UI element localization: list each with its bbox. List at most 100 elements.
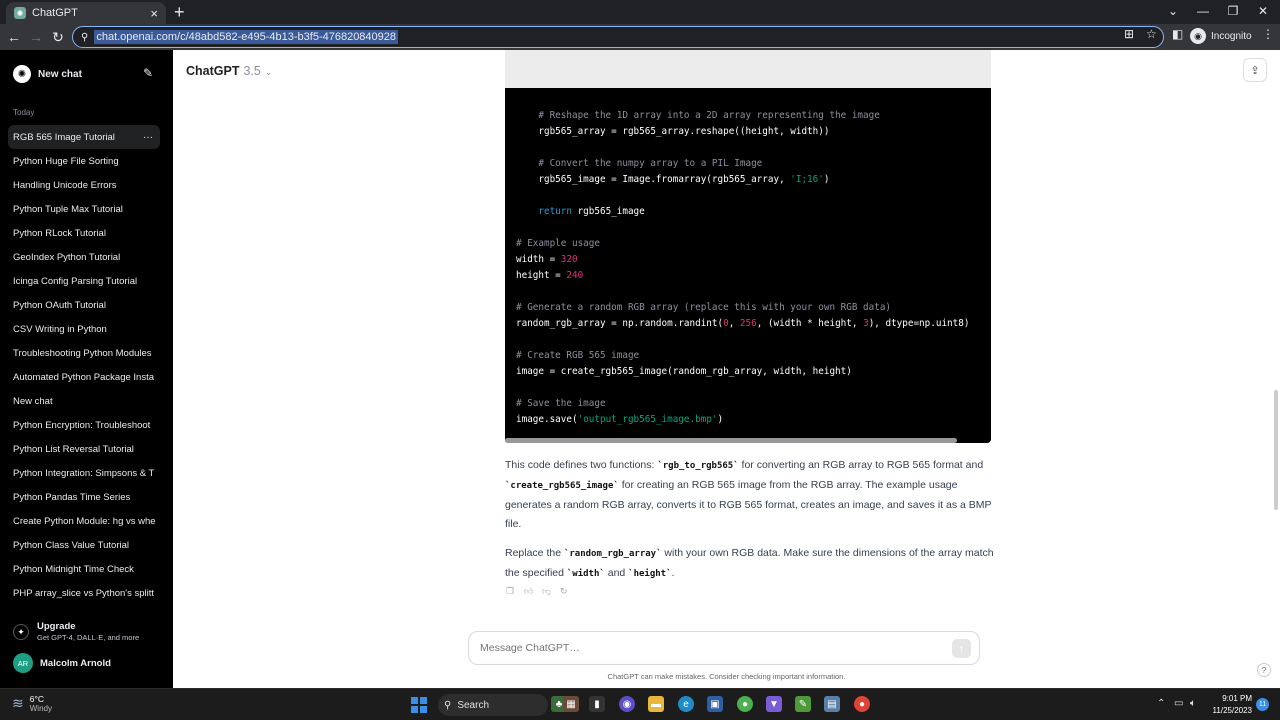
chat-app-icon[interactable]: ◉: [619, 696, 635, 712]
help-button[interactable]: ?: [1257, 663, 1271, 677]
answer-paragraph-2: Replace the `random_rgb_array` with your…: [505, 544, 995, 584]
back-arrow-icon[interactable]: ←: [4, 27, 24, 47]
sidebar-chat-item[interactable]: Python Encryption: Troubleshoot: [8, 413, 160, 437]
address-bar[interactable]: ⚲ chat.openai.com/c/48abd582-e495-4b13-b…: [72, 26, 1164, 48]
sidebar-chat-item[interactable]: Python Class Value Tutorial: [8, 533, 160, 557]
user-menu[interactable]: AR Malcolm Arnold: [13, 653, 111, 673]
minimize-button[interactable]: —: [1188, 0, 1218, 22]
share-button[interactable]: ⇪: [1243, 58, 1267, 82]
sidebar-chat-item[interactable]: Python List Reversal Tutorial: [8, 437, 160, 461]
code-token: width =: [516, 254, 561, 265]
sidebar-item-label: Python List Reversal Tutorial: [13, 443, 134, 455]
bookmark-star-icon[interactable]: ☆: [1146, 27, 1157, 41]
sidebar-chat-item[interactable]: Python RLock Tutorial: [8, 221, 160, 245]
code-token: # Convert the numpy array to a PIL Image: [516, 158, 763, 169]
sidebar-chat-item[interactable]: Handling Unicode Errors: [8, 173, 160, 197]
tab-search-chevron-icon[interactable]: ⌄: [1158, 0, 1188, 22]
sidebar-item-label: Python Midnight Time Check: [13, 563, 134, 575]
send-button[interactable]: ↑: [952, 639, 971, 658]
code-token: 240: [566, 270, 584, 281]
copy-icon[interactable]: ❐: [506, 586, 516, 596]
edit-icon[interactable]: ✎: [143, 66, 153, 80]
browser-tab[interactable]: ✺ ChatGPT ×: [6, 2, 166, 24]
sidebar-chat-item[interactable]: Python Huge File Sorting: [8, 149, 160, 173]
code-token: height =: [516, 270, 567, 281]
vpn-app-icon[interactable]: ▼: [766, 696, 782, 712]
code-token: , (width * height,: [756, 318, 864, 329]
regenerate-icon[interactable]: ↻: [560, 586, 570, 596]
code-block-top: [505, 50, 991, 88]
store-app-icon[interactable]: ▣: [707, 696, 723, 712]
terminal-app-icon[interactable]: ▮: [589, 696, 605, 712]
sidebar-chat-item[interactable]: Icinga Config Parsing Tutorial: [8, 269, 160, 293]
temperature: 6°C: [29, 694, 44, 704]
sidebar-item-label: New chat: [13, 395, 53, 407]
start-button[interactable]: [411, 697, 427, 713]
openai-favicon-icon: ✺: [14, 7, 26, 19]
sidebar-item-label: Create Python Module: hg vs whe: [13, 515, 156, 527]
notepad-app-icon[interactable]: ✎: [795, 696, 811, 712]
volume-icon[interactable]: 🔈︎: [1190, 698, 1196, 709]
sidebar-chat-item[interactable]: Python Midnight Time Check: [8, 557, 160, 581]
gallery-app-icon[interactable]: ▦: [563, 696, 579, 712]
network-icon[interactable]: ▭: [1174, 698, 1183, 709]
remote-desktop-icon[interactable]: ▤: [824, 696, 840, 712]
incognito-indicator[interactable]: ◉ Incognito: [1190, 28, 1252, 44]
new-chat-button[interactable]: ✺ New chat: [8, 62, 160, 86]
reload-icon[interactable]: ↻: [48, 27, 68, 47]
page-scrollbar[interactable]: [1274, 390, 1278, 510]
message-input[interactable]: [480, 642, 940, 654]
sidebar-chat-item[interactable]: Python Tuple Max Tutorial: [8, 197, 160, 221]
qr-code-icon[interactable]: ⊞: [1124, 27, 1134, 41]
more-options-icon[interactable]: ···: [143, 132, 153, 143]
chrome-app-icon[interactable]: ●: [737, 696, 753, 712]
window-close-button[interactable]: ✕: [1248, 0, 1278, 22]
sidebar-chat-item[interactable]: Automated Python Package Insta: [8, 365, 160, 389]
url-text[interactable]: chat.openai.com/c/48abd582-e495-4b13-b3f…: [94, 30, 399, 44]
text: .: [671, 567, 675, 579]
sidebar-chat-item[interactable]: Troubleshooting Python Modules: [8, 341, 160, 365]
new-chat-label: New chat: [38, 68, 82, 80]
edge-browser-icon[interactable]: e: [678, 696, 694, 712]
sidebar-chat-item[interactable]: GeoIndex Python Tutorial: [8, 245, 160, 269]
restore-button[interactable]: ❐: [1218, 0, 1248, 22]
sidebar: ✺ New chat ✎ Today RGB 565 Image Tutoria…: [0, 50, 173, 688]
tray-chevron-up-icon[interactable]: ⌃: [1157, 698, 1165, 709]
browser-menu-icon[interactable]: ⋮: [1262, 27, 1274, 41]
wind-icon: ≋: [12, 695, 24, 711]
sidebar-chat-item[interactable]: CSV Writing in Python: [8, 317, 160, 341]
weather-widget[interactable]: ≋ 6°C Windy: [12, 694, 52, 713]
new-tab-button[interactable]: +: [174, 2, 185, 22]
code-token: 'output_rgb565_image.bmp': [577, 414, 718, 425]
lock-icon[interactable]: ⚲: [81, 32, 88, 43]
code-token: 320: [560, 254, 578, 265]
section-header-today: Today: [13, 108, 35, 117]
system-clock[interactable]: 9:01 PM 11/25/2023: [1208, 693, 1252, 717]
forward-arrow-icon[interactable]: →: [26, 27, 46, 47]
chrome-active-app-icon[interactable]: ●: [854, 696, 870, 712]
sidebar-chat-item[interactable]: New chat: [8, 389, 160, 413]
sidebar-item-label: Python Encryption: Troubleshoot: [13, 419, 151, 431]
code-line: return rgb565_image: [516, 204, 980, 220]
sidebar-chat-item[interactable]: Python Integration: Simpsons & T: [8, 461, 160, 485]
upgrade-button[interactable]: ✦ Upgrade Get GPT-4, DALL·E, and more: [13, 621, 139, 642]
sidebar-chat-item[interactable]: PHP array_slice vs Python's splitt: [8, 581, 160, 605]
sidebar-item-label: CSV Writing in Python: [13, 323, 107, 335]
code-horizontal-scrollbar[interactable]: [505, 438, 957, 443]
file-explorer-icon[interactable]: ▬: [648, 696, 664, 712]
sidebar-chat-item[interactable]: Create Python Module: hg vs whe: [8, 509, 160, 533]
close-icon[interactable]: ×: [150, 7, 158, 20]
answer-paragraph-1: This code defines two functions: `rgb_to…: [505, 456, 995, 534]
sidebar-chat-item[interactable]: Python Pandas Time Series: [8, 485, 160, 509]
model-selector[interactable]: ChatGPT 3.5 ⌄: [186, 64, 272, 78]
taskbar-search[interactable]: ⚲ Search: [438, 694, 548, 716]
code-line: width = 320: [516, 252, 980, 268]
code-token: return: [538, 206, 572, 217]
code-token: 'I;16': [790, 174, 824, 185]
sidebar-chat-item[interactable]: RGB 565 Image Tutorial ···: [8, 125, 160, 149]
thumbs-up-icon[interactable]: 👍︎: [524, 586, 534, 596]
sidebar-chat-item[interactable]: Python OAuth Tutorial: [8, 293, 160, 317]
thumbs-down-icon[interactable]: 👎︎: [542, 586, 552, 596]
notification-badge[interactable]: 11: [1256, 698, 1269, 711]
side-panel-icon[interactable]: ◧: [1172, 27, 1183, 41]
